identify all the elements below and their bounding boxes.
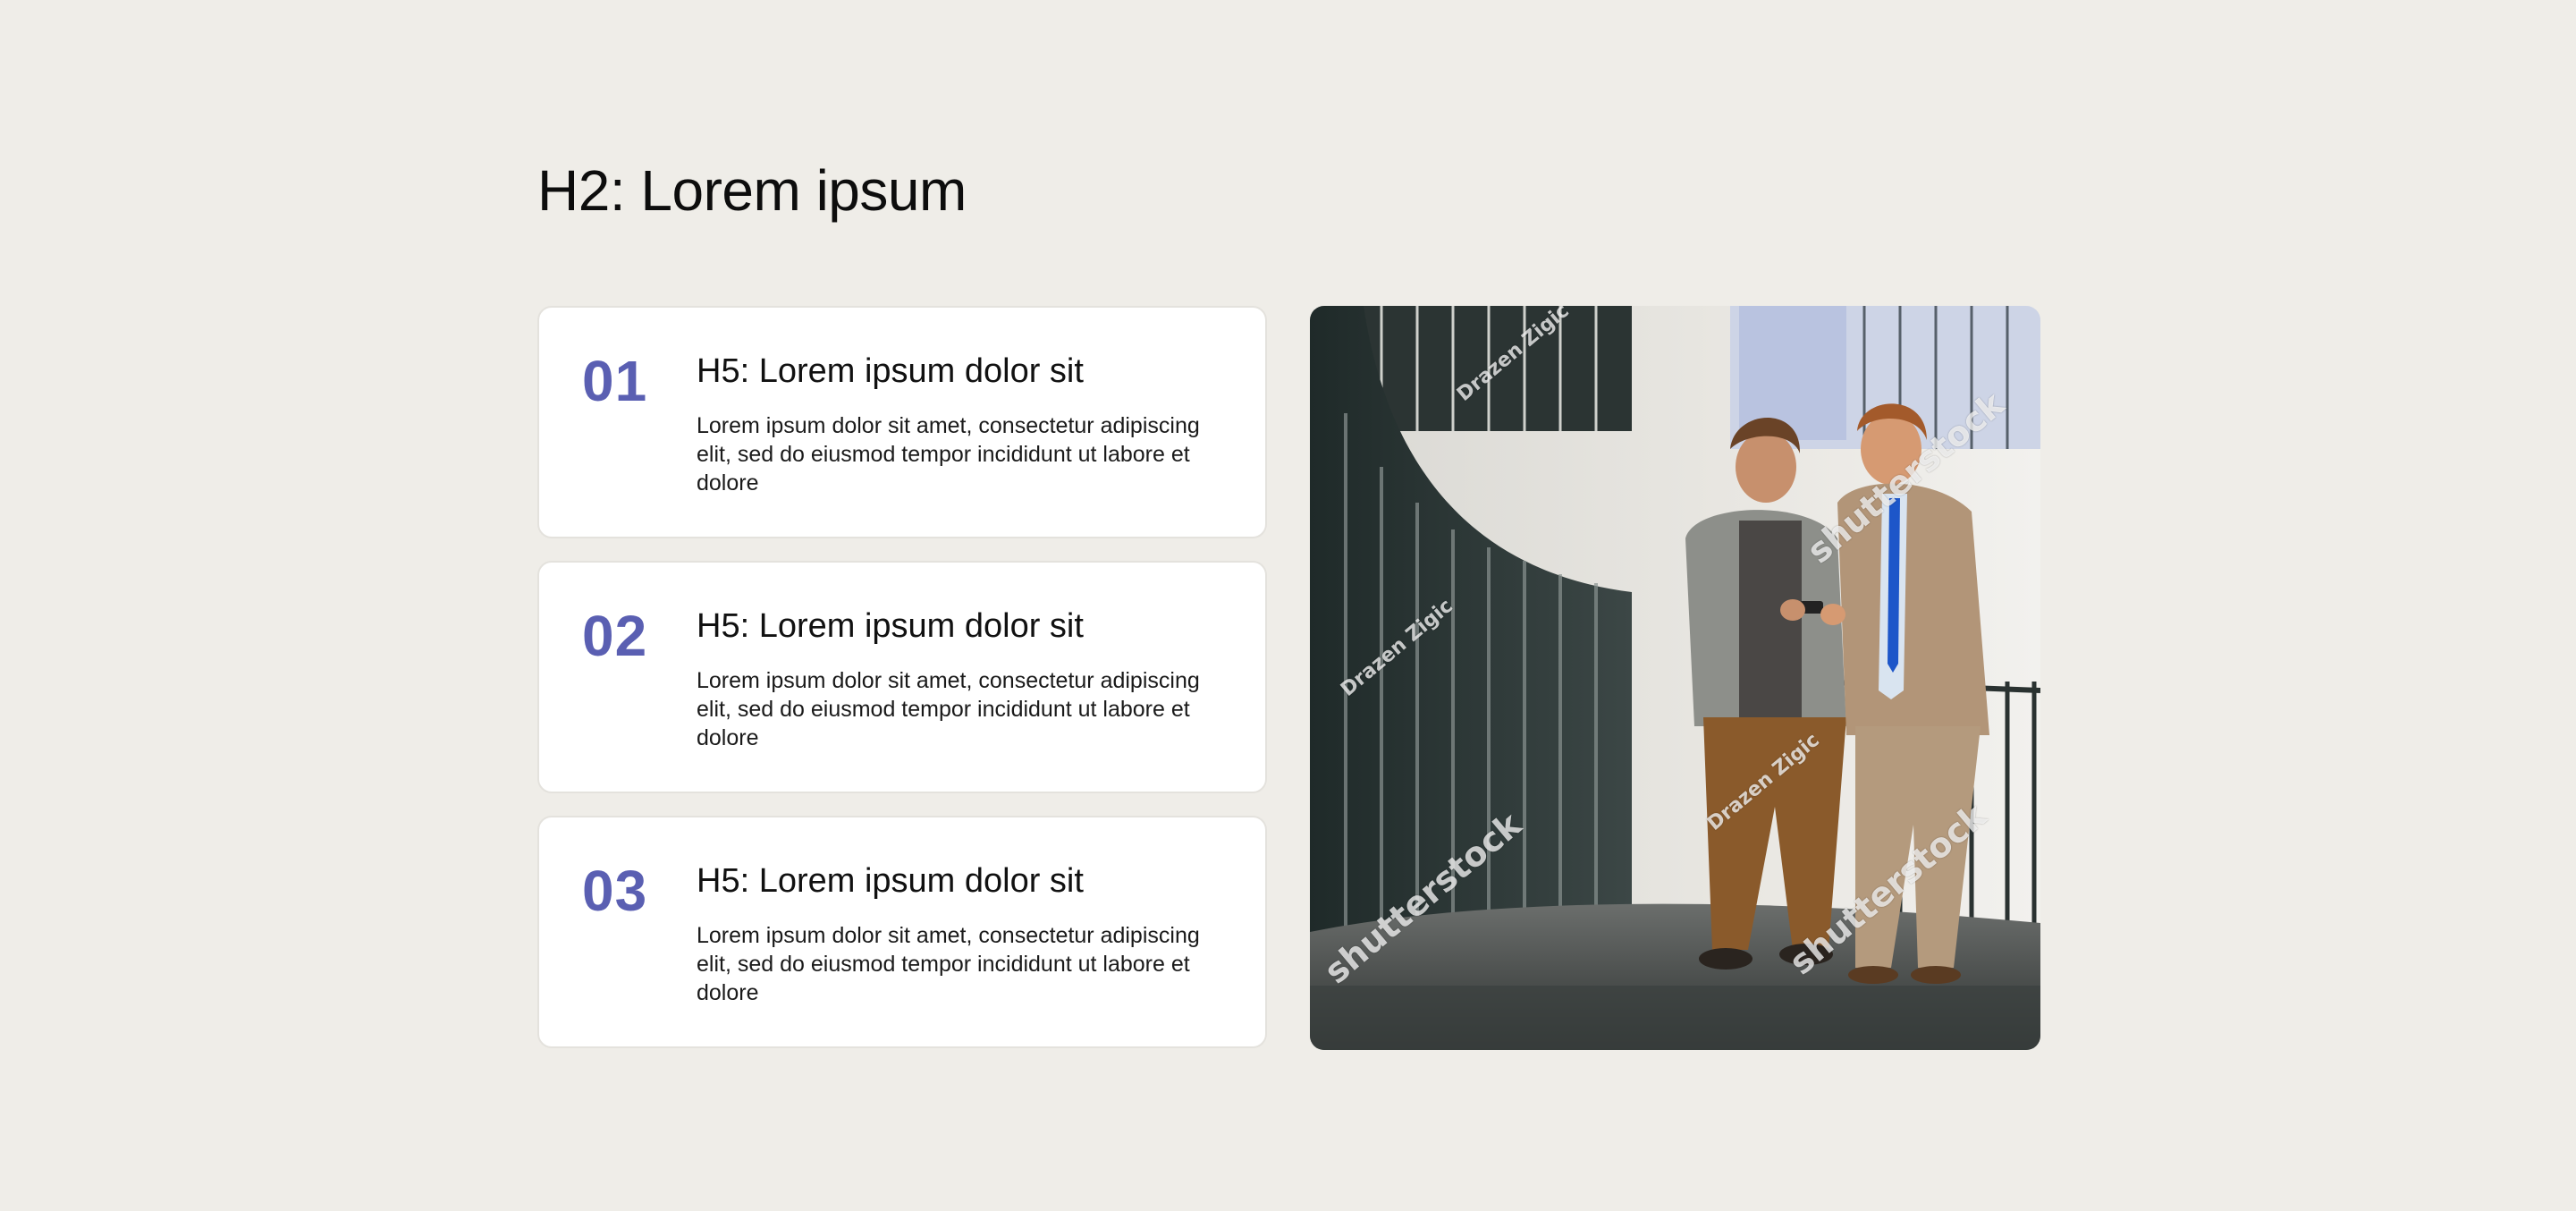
feature-card-3: 03 H5: Lorem ipsum dolor sit Lorem ipsum… bbox=[537, 816, 1267, 1048]
feature-heading: H5: Lorem ipsum dolor sit bbox=[697, 607, 1084, 645]
feature-card-1: 01 H5: Lorem ipsum dolor sit Lorem ipsum… bbox=[537, 306, 1267, 538]
feature-list: 01 H5: Lorem ipsum dolor sit Lorem ipsum… bbox=[537, 306, 1267, 1071]
feature-content: H5: Lorem ipsum dolor sit Lorem ipsum do… bbox=[697, 607, 1233, 752]
feature-description: Lorem ipsum dolor sit amet, consectetur … bbox=[697, 667, 1200, 750]
feature-number: 01 bbox=[582, 349, 648, 413]
feature-heading: H5: Lorem ipsum dolor sit bbox=[697, 862, 1084, 900]
feature-number: 02 bbox=[582, 604, 648, 668]
feature-content: H5: Lorem ipsum dolor sit Lorem ipsum do… bbox=[697, 352, 1233, 497]
feature-description: Lorem ipsum dolor sit amet, consectetur … bbox=[697, 922, 1200, 1005]
office-staircase-image bbox=[1310, 306, 2040, 1050]
feature-content: H5: Lorem ipsum dolor sit Lorem ipsum do… bbox=[697, 862, 1233, 1007]
feature-description: Lorem ipsum dolor sit amet, consectetur … bbox=[697, 412, 1200, 495]
feature-number: 03 bbox=[582, 859, 648, 923]
page-title: H2: Lorem ipsum bbox=[537, 158, 967, 223]
hero-photo: Drazen Zigic Drazen Zigic Drazen Zigic s… bbox=[1310, 306, 2040, 1050]
feature-card-2: 02 H5: Lorem ipsum dolor sit Lorem ipsum… bbox=[537, 561, 1267, 793]
feature-heading: H5: Lorem ipsum dolor sit bbox=[697, 352, 1084, 390]
